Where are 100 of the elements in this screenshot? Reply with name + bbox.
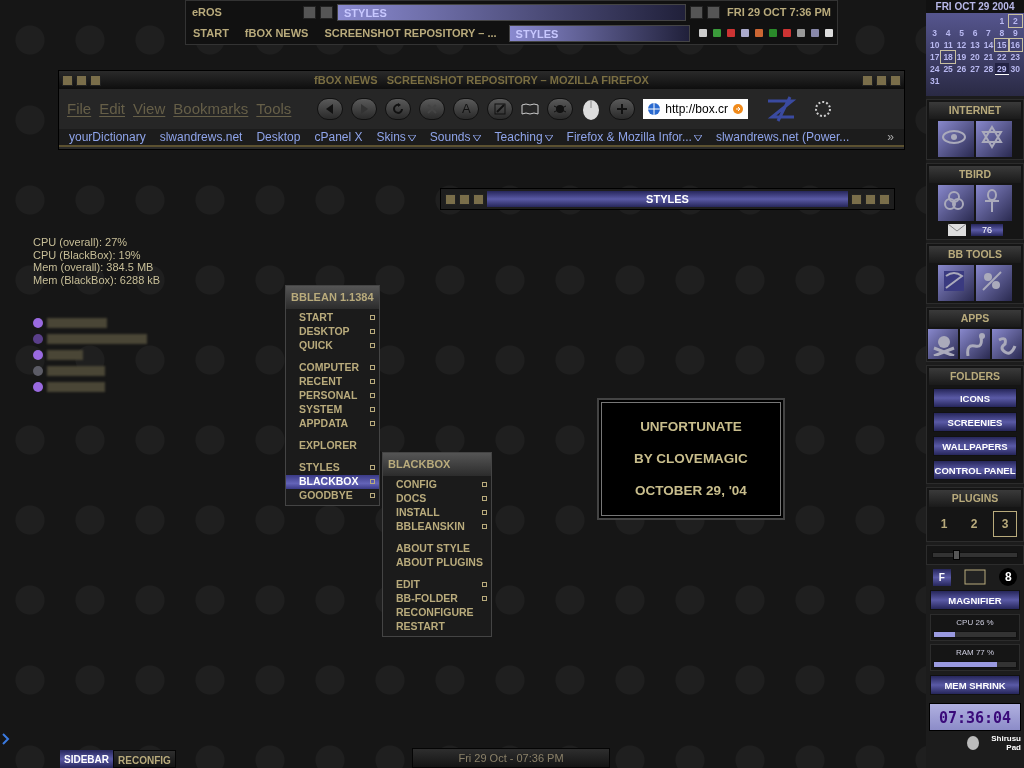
calendar-day[interactable]: 1 <box>995 15 1009 27</box>
magnifier-button[interactable]: MAGNIFIER <box>930 590 1020 610</box>
menu-item[interactable]: GOODBYE <box>286 488 379 503</box>
calendar-day[interactable]: 25 <box>941 63 955 75</box>
calendar-day[interactable]: 21 <box>981 51 996 63</box>
menu-item[interactable]: COMPUTER <box>286 360 379 375</box>
menu-item[interactable]: APPDATA <box>286 416 379 431</box>
launcher-button[interactable] <box>976 185 1012 221</box>
envelope-icon[interactable] <box>947 223 967 237</box>
window-control-button[interactable] <box>851 193 862 205</box>
previous-button[interactable] <box>303 5 316 19</box>
menu-item[interactable]: INSTALL <box>383 505 491 520</box>
window-control-button[interactable] <box>473 193 484 205</box>
calendar-day[interactable]: 26 <box>954 63 969 75</box>
menu-item[interactable]: DESKTOP <box>286 324 379 339</box>
calendar-day[interactable]: 27 <box>968 63 982 75</box>
calendar-day[interactable]: 30 <box>1008 63 1022 75</box>
toolbar-tab[interactable]: RECONFIG <box>113 750 176 768</box>
counter-button[interactable]: 8 <box>999 568 1018 586</box>
f-button[interactable]: F <box>932 568 951 586</box>
window-control-button[interactable] <box>890 74 901 86</box>
window-control-button[interactable] <box>865 193 876 205</box>
calendar-day[interactable]: 15 <box>995 39 1009 51</box>
calendar-day[interactable]: 29 <box>995 63 1009 75</box>
taskbar-button[interactable]: START <box>189 24 233 42</box>
workspace-button[interactable]: 3 <box>992 511 1018 537</box>
menu-item[interactable]: RECENT <box>286 374 379 389</box>
bookmark-link[interactable]: Firefox & Mozilla Infor... <box>566 128 702 146</box>
folder-button[interactable]: WALLPAPERS <box>933 436 1017 456</box>
bookmark-link[interactable]: slwandrews.net (Power... <box>715 128 850 146</box>
folder-button[interactable]: ICONS <box>933 388 1017 408</box>
menu-item[interactable]: BB-FOLDER <box>383 591 491 606</box>
calendar-day[interactable]: 24 <box>928 63 942 75</box>
menu-item[interactable]: STYLES <box>286 460 379 475</box>
window-icon[interactable] <box>964 569 987 585</box>
overflow-button[interactable]: » <box>887 128 894 146</box>
toolbar-tab[interactable]: SIDEBAR <box>60 750 113 768</box>
mem-shrink-button[interactable]: MEM SHRINK <box>930 675 1020 695</box>
launcher-button[interactable] <box>976 121 1012 157</box>
window-control-button[interactable] <box>445 193 456 205</box>
book-icon[interactable] <box>521 102 540 116</box>
calendar-day[interactable]: 5 <box>954 27 969 39</box>
launcher-button[interactable] <box>938 121 974 157</box>
menu-item[interactable]: PERSONAL <box>286 388 379 403</box>
calendar-day[interactable]: 8 <box>995 27 1009 39</box>
launcher-button[interactable] <box>976 265 1012 301</box>
menu-item[interactable]: BBLEANSKIN <box>383 519 491 534</box>
calendar-day[interactable]: 22 <box>995 51 1009 63</box>
calendar-day[interactable]: 14 <box>981 39 996 51</box>
calendar-day[interactable]: 18 <box>941 51 955 63</box>
bookmark-link[interactable]: Teaching <box>494 128 553 146</box>
calendar-day[interactable]: 12 <box>954 39 969 51</box>
menu-item[interactable]: BLACKBOX <box>286 474 379 489</box>
calendar-day[interactable]: 3 <box>928 27 942 39</box>
slider-thumb[interactable] <box>952 550 960 560</box>
previous-button[interactable] <box>690 5 704 19</box>
menu-item[interactable]: ABOUT PLUGINS <box>383 555 491 570</box>
calendar-day[interactable]: 7 <box>981 27 996 39</box>
calendar-day[interactable]: 10 <box>928 39 942 51</box>
calendar-day[interactable]: 17 <box>928 51 942 63</box>
calendar-day[interactable]: 2 <box>1008 15 1022 27</box>
bookmark-link[interactable]: Skins <box>376 128 416 146</box>
menu-item[interactable]: START <box>286 310 379 325</box>
window-control-button[interactable] <box>90 74 101 86</box>
menu-item[interactable]: DOCS <box>383 491 491 506</box>
window-control-button[interactable] <box>876 74 887 86</box>
window-control-button[interactable] <box>62 74 73 86</box>
calendar-day[interactable]: 19 <box>954 51 969 63</box>
window-control-button[interactable] <box>459 193 470 205</box>
workspace-button[interactable]: 1 <box>932 512 956 536</box>
window-control-button[interactable] <box>879 193 890 205</box>
menu-item[interactable]: RECONFIGURE <box>383 605 491 620</box>
window-control-button[interactable] <box>76 74 87 86</box>
calendar-day[interactable]: 9 <box>1008 27 1022 39</box>
plus-icon[interactable] <box>615 102 630 116</box>
bookmark-link[interactable]: Desktop <box>256 128 301 146</box>
menu-item[interactable]: RESTART <box>383 619 491 634</box>
launcher-button[interactable] <box>992 329 1022 359</box>
menu-item[interactable]: SYSTEM <box>286 402 379 417</box>
menu-item[interactable]: ABOUT STYLE <box>383 541 491 556</box>
calendar-day[interactable]: 13 <box>968 39 982 51</box>
menu-item[interactable]: EDIT <box>383 577 491 592</box>
calendar-day[interactable]: 4 <box>941 27 955 39</box>
calendar-day[interactable]: 11 <box>941 39 955 51</box>
taskbar-button[interactable]: SCREENSHOT REPOSITORY – ... <box>320 24 501 42</box>
bookmark-link[interactable]: cPanel X <box>314 128 363 146</box>
next-button[interactable] <box>320 5 333 19</box>
next-button[interactable] <box>707 5 721 19</box>
folder-button[interactable]: CONTROL PANEL <box>933 460 1017 480</box>
menu-item[interactable]: CONFIG <box>383 477 491 492</box>
workspace-button[interactable]: 2 <box>962 512 986 536</box>
launcher-button[interactable] <box>938 185 974 221</box>
bookmark-link[interactable]: Sounds <box>429 128 481 146</box>
bookmark-link[interactable]: yourDictionary <box>69 128 146 146</box>
pencil-icon[interactable] <box>493 102 508 116</box>
calendar-day[interactable]: 20 <box>968 51 982 63</box>
reload-icon[interactable] <box>391 102 406 116</box>
pad-label[interactable]: Shirusu Pad <box>984 734 1024 752</box>
calendar-day[interactable]: 28 <box>981 63 996 75</box>
calendar-day[interactable]: 23 <box>1008 51 1022 63</box>
